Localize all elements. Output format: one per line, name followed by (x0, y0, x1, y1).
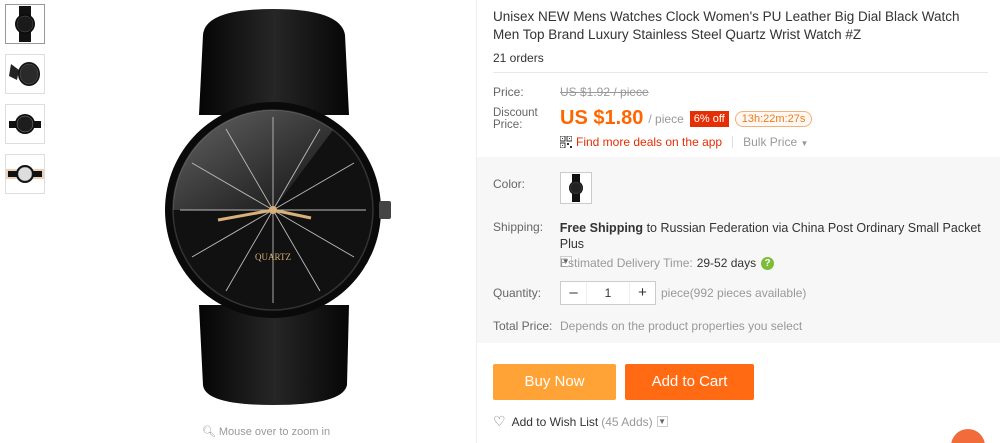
color-swatch-black[interactable] (560, 172, 592, 204)
shipping-label: Shipping: (493, 220, 544, 234)
watch-thumbnail-image (6, 165, 44, 183)
title-divider (493, 72, 988, 73)
chevron-down-icon: ▼ (800, 139, 809, 148)
wishlist-count: (45 Adds) (601, 414, 653, 429)
estimated-delivery: Estimated Delivery Time: 29-52 days ? (560, 256, 775, 270)
color-label: Color: (493, 177, 526, 191)
deals-divider (732, 136, 734, 148)
qr-code-icon (560, 136, 572, 148)
quantity-row: Quantity: – 1 + piece (992 pieces availa… (493, 281, 806, 305)
zoom-hint-text: Mouse over to zoom in (218, 426, 331, 438)
estimated-delivery-label: Estimated Delivery Time: (560, 256, 693, 270)
price-unit: / piece (648, 111, 684, 126)
quantity-stepper: – 1 + (560, 281, 656, 305)
thumbnail-watch-side[interactable] (5, 54, 45, 94)
total-price-value: Depends on the product properties you se… (560, 319, 803, 333)
order-count[interactable]: 21 orders (493, 51, 993, 65)
total-price-row: Total Price: Depends on the product prop… (493, 319, 802, 333)
bulk-price-label: Bulk Price (743, 135, 798, 149)
color-row: Color: (493, 172, 592, 204)
zoom-icon: 🔍︎ (201, 426, 216, 438)
decrease-quantity-button[interactable]: – (561, 282, 586, 304)
discount-label-line1: Discount (493, 107, 538, 119)
original-price: US $1.92 / piece (560, 85, 649, 99)
main-product-image[interactable]: QUARTZ (60, 0, 475, 420)
buy-now-button[interactable]: Buy Now (493, 364, 616, 400)
quantity-unit: piece (661, 286, 690, 300)
countdown-timer: 13h:22m:27s (734, 110, 813, 127)
thumbnail-watch-wrist[interactable] (5, 154, 45, 194)
chevron-down-icon[interactable]: ▼ (656, 416, 668, 427)
wishlist-row: ♡ Add to Wish List (45 Adds) ▼ (493, 413, 668, 430)
thumbnail-watch-front[interactable] (5, 4, 45, 44)
app-deals-link[interactable]: Find more deals on the app (576, 135, 722, 149)
price-label: Price: (493, 85, 524, 99)
watch-thumbnail-image (9, 62, 40, 86)
watch-thumbnail-image (15, 6, 35, 42)
watch-dial-brand: QUARTZ (255, 252, 291, 262)
question-icon[interactable]: ? (761, 256, 775, 270)
product-title: Unisex NEW Mens Watches Clock Women's PU… (493, 9, 960, 42)
current-price: US $1.80 (560, 107, 644, 129)
discount-label-line2: Price: (493, 119, 523, 131)
product-detail: Unisex NEW Mens Watches Clock Women's PU… (493, 8, 993, 149)
watch-thumbnail-image (9, 114, 41, 134)
free-shipping-text: Free Shipping (559, 221, 644, 235)
heart-icon[interactable]: ♡ (493, 413, 506, 430)
floating-help-button[interactable] (951, 429, 985, 443)
quantity-input[interactable]: 1 (586, 282, 630, 304)
increase-quantity-button[interactable]: + (630, 282, 655, 304)
quantity-label: Quantity: (493, 286, 542, 300)
discount-price-row: Discount Price: US $1.80 / piece 6% off … (493, 107, 993, 131)
thumbnail-watch-back[interactable] (5, 104, 45, 144)
discount-price-label: Discount Price: (493, 107, 560, 131)
quantity-available: (992 pieces available) (689, 286, 807, 300)
discount-badge: 6% off (689, 110, 729, 127)
discount-price-group: US $1.80 / piece 6% off 13h:22m:27s (560, 107, 813, 130)
zoom-hint: 🔍︎ Mouse over to zoom in (60, 424, 475, 438)
watch-product-photo: QUARTZ (164, 9, 391, 405)
add-to-cart-button[interactable]: Add to Cart (625, 364, 754, 400)
thumbnail-list (5, 4, 47, 204)
bulk-price-dropdown[interactable]: Bulk Price ▼ (743, 135, 808, 149)
total-price-label: Total Price: (493, 319, 553, 333)
estimated-delivery-days: 29-52 days (696, 256, 757, 270)
deals-row: Find more deals on the app Bulk Price ▼ (560, 135, 993, 149)
add-to-wishlist-link[interactable]: Add to Wish List (512, 415, 599, 429)
watch-swatch-image (569, 174, 583, 202)
price-row: Price: US $1.92 / piece (493, 85, 993, 99)
